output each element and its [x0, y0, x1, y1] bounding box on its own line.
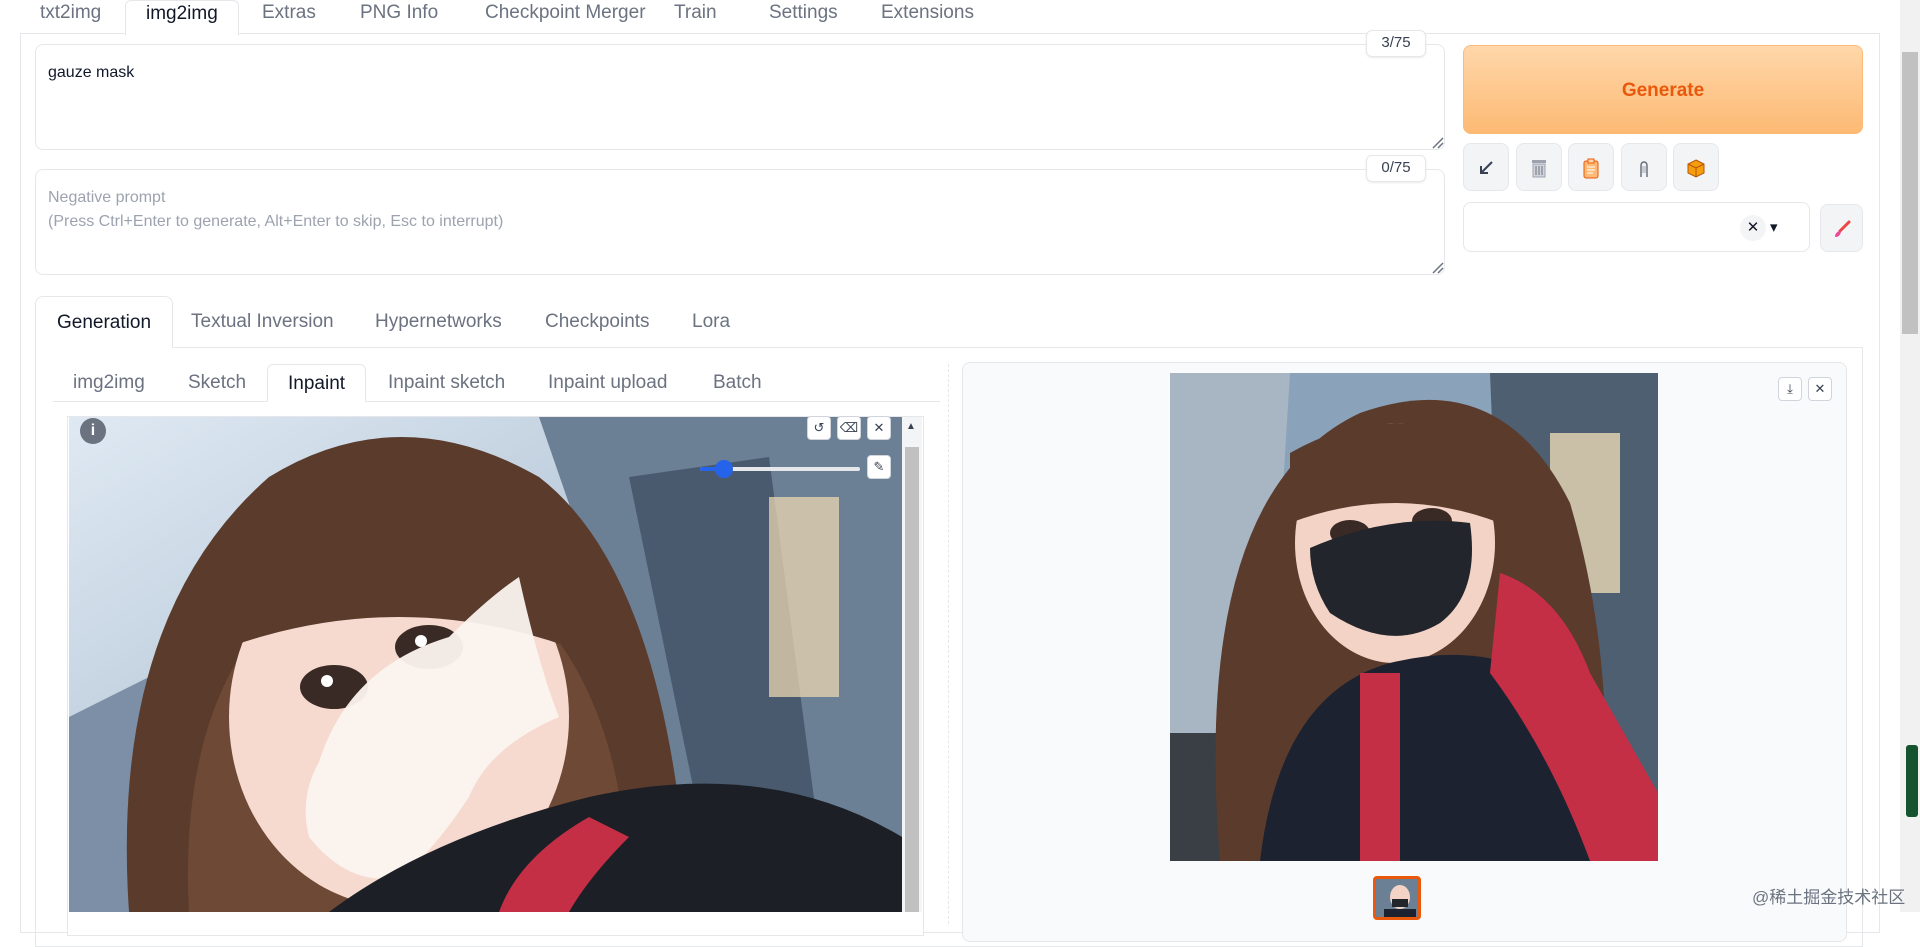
page-scroll-thumb[interactable]: [1902, 52, 1918, 334]
tab-img2img-mode[interactable]: img2img: [53, 364, 165, 402]
tab-settings[interactable]: Settings: [749, 0, 858, 34]
trash-icon: [1528, 156, 1550, 178]
tab-img2img[interactable]: img2img: [125, 0, 239, 36]
brush-size-slider[interactable]: [700, 460, 860, 478]
download-icon[interactable]: ⤓: [1778, 377, 1802, 401]
extra-networks-button[interactable]: [1673, 143, 1719, 191]
tab-batch[interactable]: Batch: [693, 364, 782, 402]
chevron-down-icon[interactable]: ▾: [1770, 215, 1778, 241]
negative-token-counter: 0/75: [1366, 155, 1426, 182]
tab-checkpoints[interactable]: Checkpoints: [524, 296, 671, 348]
brush-size-handle[interactable]: [715, 460, 733, 478]
edit-styles-button[interactable]: [1820, 204, 1863, 252]
input-image: [69, 417, 902, 912]
clear-prompt-button[interactable]: [1516, 143, 1562, 191]
prompt-token-counter: 3/75: [1366, 30, 1426, 57]
eraser-icon[interactable]: ⌫: [837, 416, 861, 440]
save-style-icon: [1633, 156, 1655, 178]
negative-prompt-placeholder: Negative prompt: [48, 189, 166, 206]
tab-extensions[interactable]: Extensions: [861, 0, 994, 34]
inpaint-canvas[interactable]: [69, 417, 902, 912]
prompt-text: gauze mask: [48, 64, 135, 81]
negative-prompt-input[interactable]: Negative prompt (Press Ctrl+Enter to gen…: [35, 169, 1445, 275]
info-icon[interactable]: i: [80, 418, 106, 444]
output-image[interactable]: [1170, 373, 1658, 861]
tab-inpaint[interactable]: Inpaint: [267, 364, 367, 402]
tab-textual-inversion[interactable]: Textual Inversion: [170, 296, 355, 348]
top-tab-bar: txt2img img2img Extras PNG Info Checkpoi…: [20, 0, 1880, 36]
close-icon[interactable]: ✕: [1808, 377, 1832, 401]
watermark: @稀土掘金技术社区: [1752, 888, 1906, 907]
read-params-button[interactable]: [1463, 143, 1509, 191]
tab-generation[interactable]: Generation: [35, 296, 174, 348]
column-divider: [948, 364, 949, 924]
output-gallery: ⤓ ✕: [962, 362, 1847, 942]
tab-extras[interactable]: Extras: [242, 0, 336, 34]
tab-png-info[interactable]: PNG Info: [340, 0, 458, 34]
tab-lora[interactable]: Lora: [671, 296, 751, 348]
tab-inpaint-sketch[interactable]: Inpaint sketch: [368, 364, 525, 402]
package-icon: [1685, 156, 1707, 178]
tab-train[interactable]: Train: [654, 0, 737, 34]
save-style-button[interactable]: [1621, 143, 1667, 191]
arrow-in-icon: [1476, 156, 1496, 178]
resize-handle-icon[interactable]: [1430, 260, 1444, 274]
gallery-thumbnail[interactable]: [1373, 876, 1421, 920]
tab-checkpoint-merger[interactable]: Checkpoint Merger: [465, 0, 666, 34]
side-widget[interactable]: [1906, 745, 1918, 817]
canvas-scroll-thumb[interactable]: [905, 447, 919, 912]
canvas-scrollbar[interactable]: ▲: [902, 417, 922, 912]
apply-style-button[interactable]: [1568, 143, 1614, 191]
tab-txt2img[interactable]: txt2img: [20, 0, 121, 34]
clipboard-icon: [1580, 156, 1602, 179]
brush-icon[interactable]: ✎: [867, 455, 891, 479]
paintbrush-icon: [1831, 217, 1853, 239]
clear-styles-icon[interactable]: ✕: [1740, 215, 1766, 241]
close-icon[interactable]: ✕: [867, 416, 891, 440]
negative-prompt-hint: (Press Ctrl+Enter to generate, Alt+Enter…: [48, 213, 504, 230]
tab-sketch[interactable]: Sketch: [168, 364, 266, 402]
resize-handle-icon[interactable]: [1430, 135, 1444, 149]
tab-inpaint-upload[interactable]: Inpaint upload: [528, 364, 687, 402]
scroll-up-icon[interactable]: ▲: [906, 421, 916, 432]
prompt-input[interactable]: gauze mask: [35, 44, 1445, 150]
undo-icon[interactable]: ↺: [807, 416, 831, 440]
generate-button[interactable]: Generate: [1463, 45, 1863, 134]
styles-dropdown[interactable]: ✕ ▾: [1463, 202, 1810, 252]
tab-hypernetworks[interactable]: Hypernetworks: [354, 296, 523, 348]
